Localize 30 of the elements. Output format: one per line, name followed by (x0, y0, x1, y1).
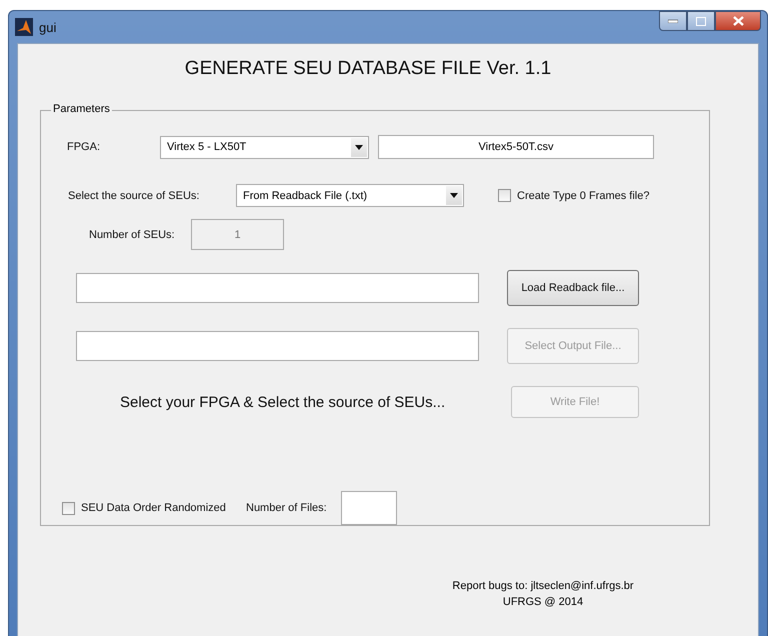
checkbox[interactable] (62, 502, 75, 514)
fpga-dropdown[interactable]: Virtex 5 - LX50T (160, 136, 369, 158)
file-path-field[interactable] (76, 331, 479, 361)
file-button[interactable]: Load Readback file... (507, 270, 639, 306)
fpga-label: FPGA: (67, 141, 102, 153)
footer-text: UFRGS @ 2014 (502, 595, 584, 610)
minimize-button[interactable] (659, 11, 687, 31)
panel-legend: Parameters (51, 103, 112, 115)
footer-text: Report bugs to: jltseclen@inf.ufrgs.br (451, 579, 635, 594)
close-button[interactable] (715, 11, 761, 31)
checkbox-label: Create Type 0 Frames file? (517, 190, 650, 202)
caret-icon (446, 186, 462, 205)
status-message: Select your FPGA & Select the source of SEUs... (120, 394, 446, 410)
window-title: gui (39, 20, 58, 34)
seu-count-label: Number of SEUs: (89, 228, 176, 240)
files-count-field[interactable] (341, 491, 397, 525)
source-label: Select the source of SEUs: (68, 190, 200, 202)
close-icon (732, 16, 744, 26)
csv-file-field[interactable]: Virtex5-50T.csv (378, 135, 654, 159)
checkbox[interactable] (498, 189, 511, 202)
minimize-icon (668, 19, 678, 23)
app-icon (15, 18, 33, 36)
maximize-icon (696, 16, 706, 26)
maximize-button[interactable] (687, 11, 715, 31)
source-dropdown[interactable]: From Readback File (.txt) (236, 184, 464, 207)
file-path-field[interactable] (76, 273, 479, 303)
app-heading: GENERATE SEU DATABASE FILE Ver. 1.1 (184, 58, 552, 80)
files-count-label: Number of Files: (246, 502, 328, 514)
caret-icon (351, 138, 367, 156)
checkbox-label: SEU Data Order Randomized (81, 502, 227, 514)
